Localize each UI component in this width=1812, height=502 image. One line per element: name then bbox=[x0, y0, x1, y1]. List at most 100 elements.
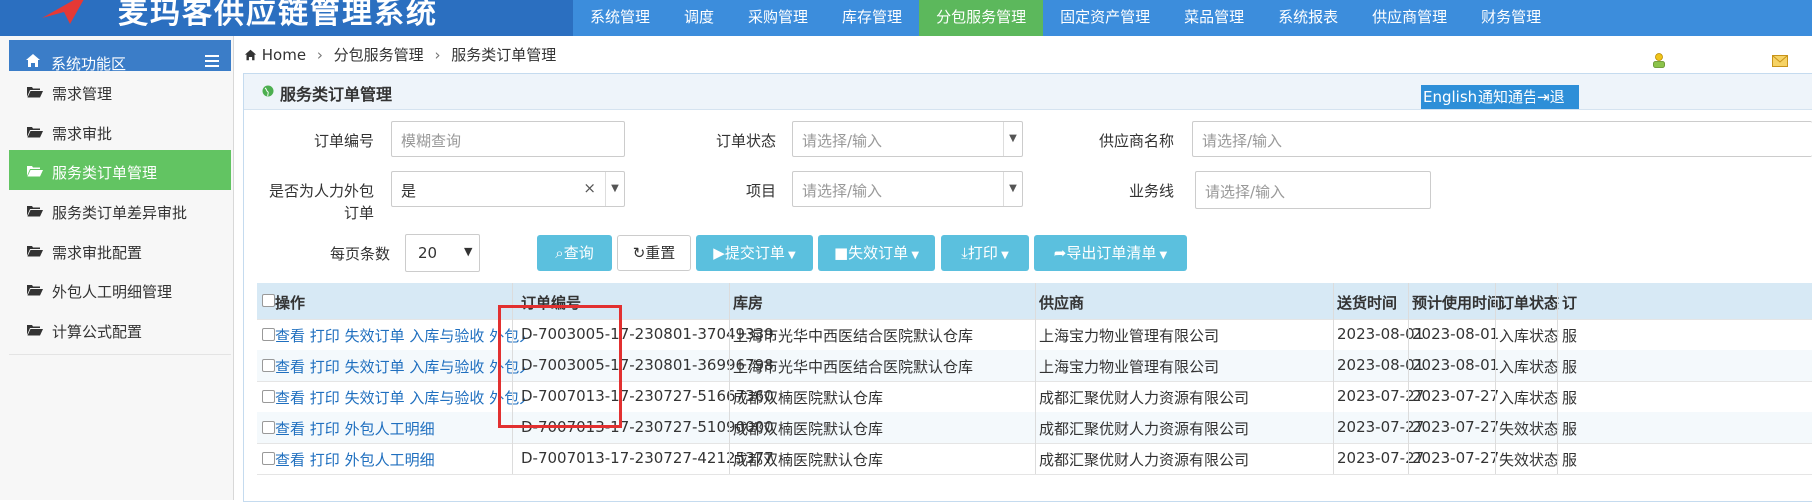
submit-order-label: 提交订单 bbox=[724, 244, 785, 262]
column-divider bbox=[1557, 412, 1558, 443]
chevron-down-icon: ▼ bbox=[908, 250, 920, 261]
breadcrumb-separator: › bbox=[316, 46, 323, 64]
top-nav-item[interactable]: 采购管理 bbox=[731, 0, 825, 36]
query-button[interactable]: ⌕查询 bbox=[537, 235, 612, 271]
top-nav-item[interactable]: 固定资产管理 bbox=[1043, 0, 1167, 36]
row-action-link[interactable]: 失效订单 bbox=[345, 358, 405, 376]
project-select[interactable]: 请选择/输入 ▼ bbox=[792, 171, 1023, 207]
page-size-select[interactable]: 20 ▼ bbox=[405, 234, 480, 272]
row-action-link[interactable]: 入库与验收 bbox=[409, 358, 484, 376]
column-divider bbox=[1333, 381, 1334, 412]
invalidate-order-button[interactable]: ■失效订单 ▼ bbox=[818, 235, 935, 271]
row-checkbox[interactable] bbox=[262, 452, 275, 465]
business-line-placeholder: 请选择/输入 bbox=[1205, 183, 1286, 201]
row-checkbox[interactable] bbox=[262, 421, 275, 434]
english-button[interactable]: English bbox=[1421, 85, 1480, 109]
download-icon: ⤓ bbox=[961, 244, 968, 262]
top-nav-item[interactable]: 菜品管理 bbox=[1167, 0, 1261, 36]
column-divider bbox=[1408, 381, 1409, 412]
order-no-input[interactable]: 模糊查询 bbox=[391, 121, 625, 157]
export-order-list-label: 导出订单清单 bbox=[1066, 244, 1157, 262]
refresh-icon: ↻ bbox=[632, 244, 646, 262]
chevron-down-icon: ▼ bbox=[1156, 250, 1168, 261]
row-action-link[interactable]: 打印 bbox=[310, 420, 340, 438]
column-divider bbox=[729, 283, 730, 319]
sidebar-item-label: 外包人工明细管理 bbox=[52, 283, 173, 301]
row-action-link[interactable]: 入库与验收 bbox=[409, 389, 484, 407]
table-cell-extra: 服 bbox=[1562, 451, 1578, 469]
outsourcing-value: 是 bbox=[401, 182, 417, 200]
column-header[interactable]: 库房 bbox=[733, 292, 763, 313]
sidebar-item[interactable]: 计算公式配置 bbox=[9, 309, 231, 355]
row-action-link[interactable]: 打印 bbox=[310, 389, 340, 407]
top-nav-item[interactable]: 分包服务管理 bbox=[919, 0, 1044, 36]
column-header[interactable]: 操作 bbox=[275, 292, 305, 313]
export-order-list-button[interactable]: ➦导出订单清单 ▼ bbox=[1034, 235, 1187, 271]
print-button[interactable]: ⤓打印 ▼ bbox=[941, 235, 1029, 271]
highlight-box bbox=[498, 305, 622, 428]
row-checkbox[interactable] bbox=[262, 359, 275, 372]
row-action-link[interactable]: 查看 bbox=[275, 451, 305, 469]
top-nav-item[interactable]: 调度 bbox=[667, 0, 731, 36]
column-divider bbox=[1333, 443, 1334, 474]
row-action-link[interactable]: 打印 bbox=[310, 451, 340, 469]
column-header[interactable]: 预计使用时间 bbox=[1412, 292, 1502, 313]
supplier-select[interactable]: 请选择/输入 bbox=[1192, 121, 1812, 157]
breadcrumb-level1[interactable]: 分包服务管理 bbox=[334, 46, 424, 64]
column-divider bbox=[1035, 350, 1036, 381]
table-cell-supplier: 上海宝力物业管理有限公司 bbox=[1039, 358, 1220, 376]
logout-icon: ⇥ bbox=[1537, 88, 1550, 106]
folder-open-icon bbox=[27, 285, 43, 296]
order-status-select[interactable]: 请选择/输入 ▼ bbox=[792, 121, 1023, 157]
top-nav-item[interactable]: 系统管理 bbox=[573, 0, 667, 36]
reset-button[interactable]: ↻重置 bbox=[617, 235, 691, 271]
sidebar-item-label: 服务类订单管理 bbox=[52, 164, 158, 182]
chevron-down-icon: ▼ bbox=[1003, 172, 1022, 206]
row-action-link[interactable]: 查看 bbox=[275, 389, 305, 407]
project-placeholder: 请选择/输入 bbox=[802, 182, 883, 200]
row-action-link[interactable]: 打印 bbox=[310, 358, 340, 376]
row-actions: 查看 打印 外包人工明细 bbox=[275, 418, 525, 439]
table-cell-supplier: 成都汇聚优财人力资源有限公司 bbox=[1039, 451, 1250, 469]
clear-icon[interactable]: × bbox=[583, 179, 596, 197]
column-header[interactable]: 送货时间 bbox=[1337, 292, 1397, 313]
top-nav-item[interactable]: 系统报表 bbox=[1261, 0, 1355, 36]
row-action-link[interactable]: 查看 bbox=[275, 327, 305, 345]
table-cell-supplier: 上海宝力物业管理有限公司 bbox=[1039, 327, 1220, 345]
outsourcing-label-line1: 是否为人力外包 bbox=[268, 182, 374, 200]
breadcrumb-home[interactable]: Home bbox=[262, 46, 306, 64]
top-nav-item[interactable]: 财务管理 bbox=[1464, 0, 1558, 36]
submit-order-button[interactable]: ▶提交订单 ▼ bbox=[696, 235, 813, 271]
row-action-link[interactable]: 失效订单 bbox=[345, 389, 405, 407]
column-divider bbox=[1557, 283, 1558, 319]
row-action-link[interactable]: 查看 bbox=[275, 358, 305, 376]
top-nav-item[interactable]: 库存管理 bbox=[825, 0, 919, 36]
row-checkbox[interactable] bbox=[262, 328, 275, 341]
column-header[interactable]: 订单状态 bbox=[1499, 292, 1559, 313]
home-icon bbox=[26, 54, 40, 67]
logout-button[interactable]: ⇥退 bbox=[1535, 85, 1579, 109]
select-all-checkbox[interactable] bbox=[262, 294, 275, 307]
row-checkbox[interactable] bbox=[262, 390, 275, 403]
row-action-link[interactable]: 外包人工明细 bbox=[345, 420, 435, 438]
business-line-select[interactable]: 请选择/输入 bbox=[1195, 171, 1431, 209]
row-action-link[interactable]: 查看 bbox=[275, 420, 305, 438]
row-action-link[interactable]: 外包人工明细 bbox=[345, 451, 435, 469]
hamburger-menu-icon[interactable] bbox=[205, 55, 219, 67]
folder-open-icon bbox=[27, 246, 43, 257]
row-action-link[interactable]: 打印 bbox=[310, 327, 340, 345]
app-title: 麦玛客供应链管理系统 bbox=[118, 0, 438, 31]
column-divider bbox=[1495, 443, 1496, 474]
row-action-link[interactable]: 入库与验收 bbox=[409, 327, 484, 345]
column-header[interactable]: 订 bbox=[1562, 292, 1577, 313]
breadcrumb: Home › 分包服务管理 › 服务类订单管理 bbox=[244, 44, 556, 65]
table-cell-supplier: 成都汇聚优财人力资源有限公司 bbox=[1039, 420, 1250, 438]
user-icon[interactable] bbox=[1652, 53, 1666, 68]
notice-button[interactable]: 通知通告 bbox=[1476, 85, 1541, 109]
row-actions: 查看 打印 失效订单 入库与验收 外包人工明细 bbox=[275, 325, 525, 346]
mail-icon[interactable] bbox=[1772, 55, 1788, 67]
outsourcing-select[interactable]: 是 × ▼ bbox=[391, 171, 625, 207]
top-nav-item[interactable]: 供应商管理 bbox=[1355, 0, 1464, 36]
row-action-link[interactable]: 失效订单 bbox=[345, 327, 405, 345]
column-header[interactable]: 供应商 bbox=[1039, 292, 1084, 313]
